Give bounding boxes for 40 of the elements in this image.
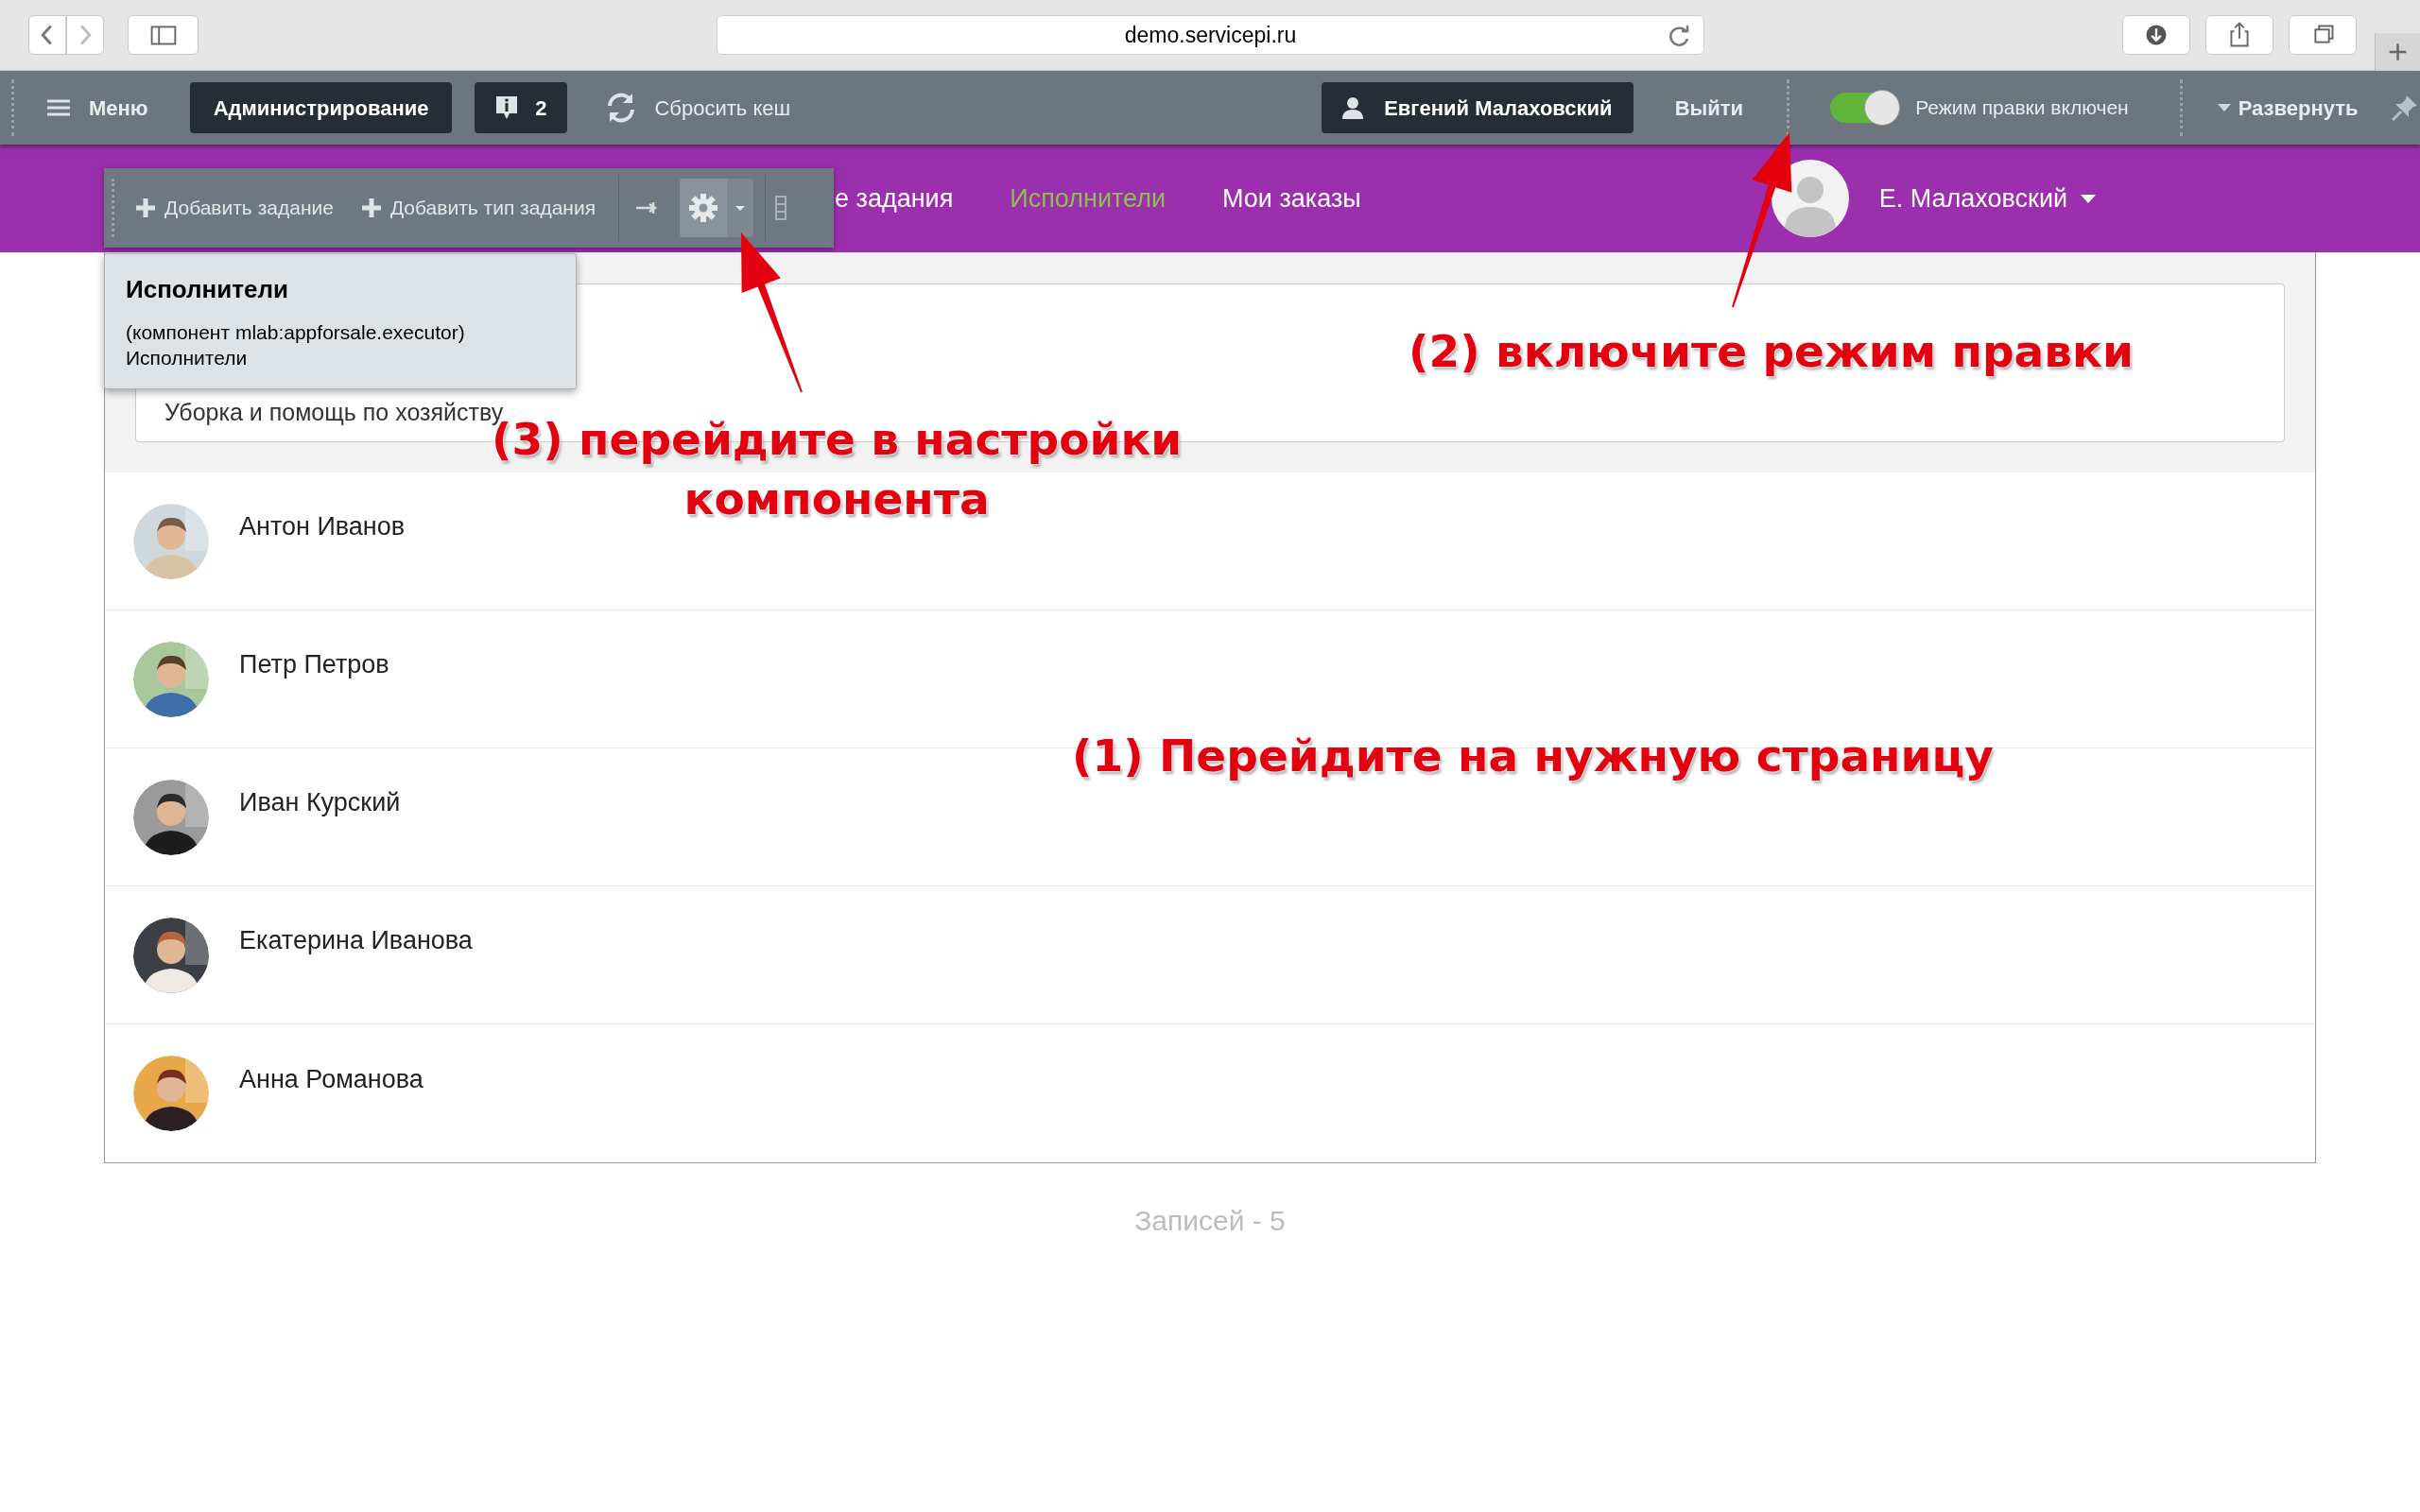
admin-button[interactable]: Администрирование bbox=[189, 82, 453, 133]
clear-cache-button[interactable]: Сбросить кеш bbox=[605, 92, 791, 124]
caret-icon bbox=[2081, 194, 2097, 203]
settings-icon[interactable] bbox=[680, 179, 728, 237]
annotation-text: (2) включите режим правки bbox=[1409, 324, 2134, 379]
annotation-text: компонента bbox=[683, 472, 990, 526]
nav-link[interactable]: е задания bbox=[835, 179, 954, 218]
user-button[interactable]: Евгений Малаховский bbox=[1322, 82, 1634, 133]
edit-mode-label: Режим правки включен bbox=[1915, 95, 2129, 121]
add-button[interactable]: Добавить задание bbox=[136, 193, 334, 223]
edit-mode-toggle[interactable] bbox=[1830, 93, 1899, 123]
address-field[interactable]: demo.servicepi.ru bbox=[717, 15, 1704, 55]
info-icon bbox=[495, 95, 519, 120]
caret-icon bbox=[2217, 104, 2231, 112]
menu-button[interactable]: Меню bbox=[47, 92, 148, 124]
share-icon[interactable] bbox=[2205, 15, 2273, 55]
user-icon bbox=[1342, 96, 1364, 119]
record-count: Записей - 5 bbox=[1134, 1205, 1286, 1236]
back-icon[interactable] bbox=[28, 15, 66, 55]
drag-handle-icon[interactable] bbox=[775, 196, 787, 220]
expand-button[interactable]: Развернуть bbox=[2217, 92, 2359, 124]
logout-button[interactable]: Выйти bbox=[1674, 92, 1744, 124]
executor-name[interactable]: Анна Романова bbox=[239, 1059, 424, 1099]
add-button[interactable]: Добавить тип задания bbox=[361, 193, 596, 223]
executor-name[interactable]: Петр Петров bbox=[239, 645, 389, 684]
new-tab-icon[interactable] bbox=[2375, 33, 2420, 71]
sidebar-icon[interactable] bbox=[128, 15, 199, 55]
plus-icon bbox=[136, 198, 155, 217]
user-menu[interactable]: Е. Малаховский bbox=[1878, 179, 2097, 218]
annotation-text: (1) Перейдите на нужную страницу bbox=[1072, 729, 1994, 783]
menu-icon bbox=[47, 98, 70, 117]
executor-name[interactable]: Антон Иванов bbox=[239, 507, 406, 546]
executor-name[interactable]: Иван Курский bbox=[239, 783, 401, 822]
executor-name[interactable]: Екатерина Иванова bbox=[239, 921, 473, 960]
notifications-button[interactable]: 2 bbox=[475, 82, 568, 133]
plus-icon bbox=[361, 198, 381, 217]
pin-icon[interactable] bbox=[2390, 94, 2419, 122]
nav-link[interactable]: Мои заказы bbox=[1222, 179, 1361, 218]
download-icon[interactable] bbox=[2122, 15, 2190, 55]
tabs-icon[interactable] bbox=[2289, 15, 2357, 55]
